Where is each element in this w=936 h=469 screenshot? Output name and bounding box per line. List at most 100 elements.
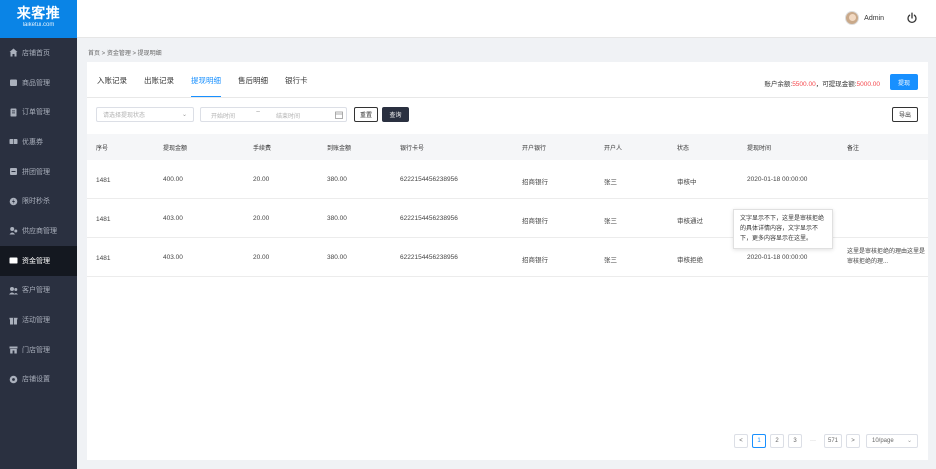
balance-info: 账户余额:5500.00，可提现金额:5000.00 xyxy=(764,78,880,88)
end-date-input[interactable]: 结束时间 xyxy=(276,111,300,120)
page-size-value: 10/page xyxy=(872,438,894,444)
cell-holder: 张三 xyxy=(604,179,617,186)
next-page-button[interactable]: > xyxy=(846,434,860,448)
sidebar-item-label: 商品管理 xyxy=(22,79,50,87)
activity-icon xyxy=(9,316,18,325)
cell-status: 审核中 xyxy=(677,179,697,186)
column-header: 开户人 xyxy=(604,146,623,152)
finance-icon xyxy=(9,256,18,265)
cell-received: 380.00 xyxy=(327,254,347,261)
top-header: Admin xyxy=(77,0,936,38)
tab[interactable]: 出账记录 xyxy=(144,75,174,97)
breadcrumb: 首页 > 资金管理 > 提现明细 xyxy=(88,51,162,57)
sidebar-item-label: 供应商管理 xyxy=(22,227,57,235)
sidebar-item-label: 活动管理 xyxy=(22,317,50,325)
cell-amount: 403.00 xyxy=(163,215,183,222)
cell-fee: 20.00 xyxy=(253,176,270,183)
sidebar-item[interactable]: 优惠券 xyxy=(0,127,77,157)
sidebar-item[interactable]: 资金管理 xyxy=(0,245,77,276)
column-header: 备注 xyxy=(847,146,860,152)
column-header: 提现金额 xyxy=(163,146,188,152)
cell-bank: 招商银行 xyxy=(522,257,548,264)
user-menu[interactable]: Admin xyxy=(845,11,884,25)
withdraw-button[interactable]: 提现 xyxy=(890,74,918,90)
reset-button[interactable]: 重置 xyxy=(354,107,378,122)
home-icon xyxy=(9,48,18,57)
cell-amount: 400.00 xyxy=(163,176,183,183)
power-icon[interactable] xyxy=(906,12,918,24)
tab[interactable]: 售后明细 xyxy=(238,75,268,97)
sidebar-item[interactable]: 订单管理 xyxy=(0,97,77,127)
cell-time: 2020-01-18 00:00:00 xyxy=(747,176,808,183)
cell-bank: 招商银行 xyxy=(522,179,548,186)
balance-value: 5500.00 xyxy=(792,81,816,88)
withdrawable-label: ，可提现金额: xyxy=(815,81,857,88)
tab-bar: 入账记录 出账记录 提现明细 售后明细 银行卡 xyxy=(97,75,325,97)
start-date-input[interactable]: 开始时间 xyxy=(211,111,235,120)
sidebar-item[interactable]: 活动管理 xyxy=(0,305,77,335)
sidebar-item-label: 订单管理 xyxy=(22,109,50,117)
cell-card: 6222154456238956 xyxy=(400,215,458,222)
cell-id: 1481 xyxy=(96,216,111,223)
tab[interactable]: 入账记录 xyxy=(97,75,127,97)
cell-received: 380.00 xyxy=(327,176,347,183)
column-header: 状态 xyxy=(677,146,690,152)
logo-text: 来客推 xyxy=(16,5,61,21)
column-header: 提现时间 xyxy=(747,146,772,152)
table-header: 序号 提现金额 手续费 到账金额 银行卡号 开户银行 开户人 状态 提现时间 备注 xyxy=(87,134,928,160)
status-select[interactable]: 请选择提现状态 ⌄ xyxy=(96,107,194,122)
cell-time: 2020-01-18 00:00:00 xyxy=(747,254,808,261)
prev-page-button[interactable]: < xyxy=(734,434,748,448)
cell-holder: 张三 xyxy=(604,218,617,225)
goods-icon xyxy=(9,78,18,87)
sidebar-item[interactable]: 门店管理 xyxy=(0,335,77,365)
page-button[interactable]: 3 xyxy=(788,434,802,448)
page-button[interactable]: 2 xyxy=(770,434,784,448)
status-placeholder: 请选择提现状态 xyxy=(103,113,146,119)
sidebar-item[interactable]: 店铺首页 xyxy=(0,38,77,68)
sidebar-item-label: 优惠券 xyxy=(22,138,43,146)
username: Admin xyxy=(864,14,884,22)
query-button[interactable]: 查询 xyxy=(382,107,409,122)
group-icon xyxy=(9,167,18,176)
page-button[interactable]: 1 xyxy=(752,434,766,448)
logo[interactable]: 来客推 laiketui.com xyxy=(0,0,77,38)
date-range-picker[interactable]: 开始时间 ~ 结束时间 xyxy=(200,107,347,122)
customer-icon xyxy=(9,286,18,295)
table-row: 1481 400.00 20.00 380.00 6222154456238956 招商银… xyxy=(87,160,928,199)
export-button[interactable]: 导出 xyxy=(892,107,918,122)
sidebar-nav: 店铺首页商品管理订单管理优惠券拼团管理 限时秒杀供应商管理资金管理客户管理活动管理… xyxy=(0,38,77,394)
tab[interactable]: 银行卡 xyxy=(285,75,308,97)
calendar-icon xyxy=(335,111,343,119)
settings-icon xyxy=(9,375,18,384)
cell-fee: 20.00 xyxy=(253,215,270,222)
balance-label: 账户余额: xyxy=(764,81,793,88)
last-page-button[interactable]: 571 xyxy=(824,434,842,448)
cell-bank: 招商银行 xyxy=(522,218,548,225)
cell-card: 6222154456238956 xyxy=(400,176,458,183)
sidebar-item-label: 店铺首页 xyxy=(22,49,50,57)
sidebar-item-label: 客户管理 xyxy=(22,287,50,295)
remark-tooltip: 文字显示不下，这里是审核拒绝的具体详情内容，文字显示不下，更多内容显示在这里。 xyxy=(733,209,833,249)
chevron-down-icon: ⌄ xyxy=(906,438,912,444)
tab[interactable]: 提现明细 xyxy=(191,75,221,97)
sidebar-item[interactable]: 客户管理 xyxy=(0,276,77,306)
page-size-select[interactable]: 10/page ⌄ xyxy=(866,434,918,448)
sidebar-item[interactable]: 限时秒杀 xyxy=(0,186,77,216)
sidebar-item[interactable]: 商品管理 xyxy=(0,68,77,98)
cell-status: 审核拒绝 xyxy=(677,257,703,264)
cell-card: 6222154456238956 xyxy=(400,254,458,261)
column-header: 到账金额 xyxy=(327,146,352,152)
sidebar-item[interactable]: 供应商管理 xyxy=(0,216,77,246)
sidebar-item[interactable]: 拼团管理 xyxy=(0,157,77,187)
withdrawable-value: 5000.00 xyxy=(856,81,881,88)
store-icon xyxy=(9,345,18,354)
supplier-icon xyxy=(9,226,18,235)
sidebar-item-label: 资金管理 xyxy=(22,257,50,265)
cell-remark[interactable]: 这里是审核拒绝的理由这里是审核拒绝的理... xyxy=(847,247,925,267)
sidebar-item-label: 店铺设置 xyxy=(22,376,50,384)
order-icon xyxy=(9,108,18,117)
sidebar-item[interactable]: 店铺设置 xyxy=(0,365,77,395)
logo-domain: laiketui.com xyxy=(22,22,55,28)
ellipsis[interactable]: ··· xyxy=(806,434,820,448)
